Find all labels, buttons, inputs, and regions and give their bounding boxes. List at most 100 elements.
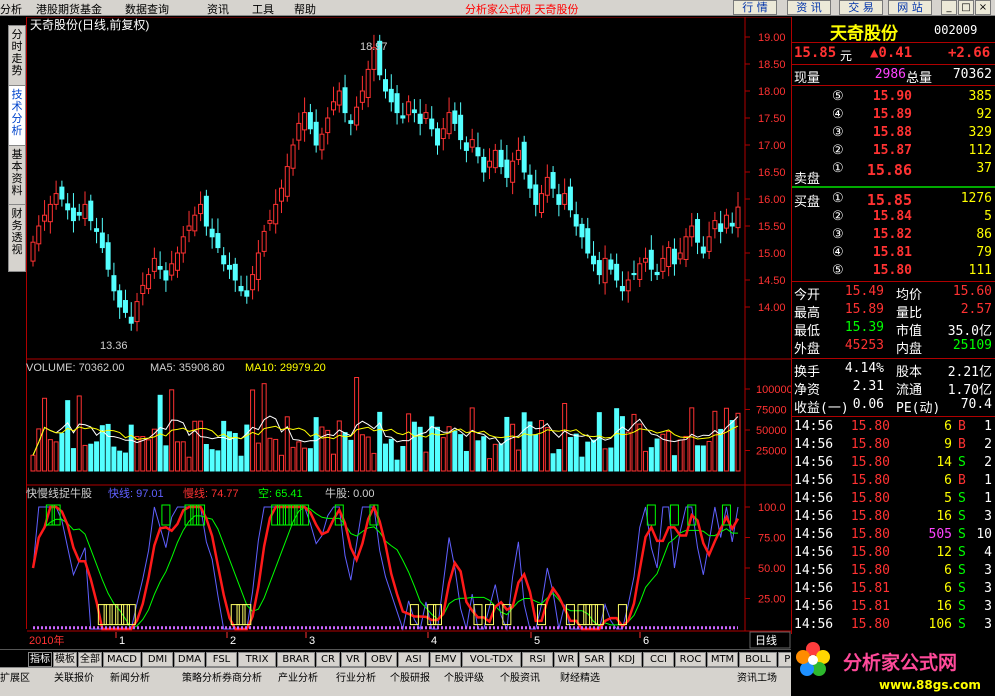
low-price-label: 13.36 [100,340,128,352]
tick-time: 14:56 [794,455,834,470]
bid-price: 15.80 [872,263,912,278]
bottom-tab-5[interactable]: 产业分析 [278,669,318,684]
bottom-tab-4[interactable]: 券商分析 [222,669,262,684]
candle-body [515,149,521,161]
tick-count: 10 [976,527,992,542]
menu-help[interactable]: 帮助 [294,1,316,17]
tick-row: 14:56 15.80 5 S 1 [792,491,995,509]
menu-news[interactable]: 资讯 [207,1,229,17]
candle-body [637,263,643,280]
candle-body [735,206,741,229]
bottom-tab-9[interactable]: 个股资讯 [500,669,540,684]
candle-body [689,225,695,238]
toolbar-btn-模板[interactable]: 模板 [53,652,77,667]
bottom-tab-2[interactable]: 新闻分析 [110,669,150,684]
volume-bar [440,437,446,472]
toolbar-btn-obv[interactable]: OBV [366,652,397,667]
toolbar-btn-rsi[interactable]: RSI [522,652,553,667]
minimize-button[interactable]: _ [941,0,957,15]
bottom-tab-3[interactable]: 策略分析 [182,669,222,684]
tick-volume: 6 [944,563,952,578]
toolbar-btn-roc[interactable]: ROC [675,652,706,667]
ask-price: 15.88 [872,125,912,140]
toolbar-btn-dmi[interactable]: DMI [142,652,173,667]
volume-bar [487,458,493,472]
bottom-tab-11[interactable]: 资讯工场 [737,669,777,684]
toolbar-btn-cr[interactable]: CR [316,652,340,667]
bottom-tab-8[interactable]: 个股评级 [444,669,484,684]
tick-volume: 6 [944,473,952,488]
menu-data-query[interactable]: 数据查询 [125,1,169,17]
volume-bar [544,427,550,472]
toolbar-btn-vol-tdx[interactable]: VOL-TDX [462,652,521,667]
toolbar-btn-macd[interactable]: MACD [103,652,141,667]
price-tick-label: 15.00 [758,248,786,260]
toolbar-btn-sar[interactable]: SAR [579,652,610,667]
toolbar-btn-cci[interactable]: CCI [643,652,674,667]
toolbar-btn-wr[interactable]: WR [554,652,578,667]
bottom-tab-0[interactable]: 扩展区 [0,669,30,684]
candle-body [203,195,209,227]
toolbar-btn-fsl[interactable]: FSL [206,652,237,667]
ask-price: 15.87 [872,143,912,158]
toolbar-btn-brar[interactable]: BRAR [277,652,315,667]
bottom-tab-6[interactable]: 行业分析 [336,669,376,684]
volume-bar [302,447,308,472]
volume-bar [250,389,256,472]
toolbar-btn-asi[interactable]: ASI [398,652,429,667]
bid-volume: 5 [984,209,992,224]
bottom-tab-7[interactable]: 个股研报 [390,669,430,684]
candle-body [250,274,256,291]
toolbar-btn-emv[interactable]: EMV [430,652,461,667]
candle-body [660,257,666,272]
volume-bar [469,407,475,472]
candle-body [325,117,331,134]
toolbar-btn-boll[interactable]: BOLL [739,652,777,667]
empty-line-label: 空: 65.41 [258,486,303,500]
stat-label: 量比 [896,306,923,321]
volume-bar [700,445,706,472]
candle-body [319,133,325,151]
candle-body [550,172,556,189]
volume-bar [330,453,336,472]
volume-bar [504,416,510,472]
news-button[interactable]: 资 讯 [787,0,831,15]
candle-body [533,184,539,205]
bottom-tab-10[interactable]: 财经精选 [560,669,600,684]
stat-value: 15.39 [844,320,884,335]
menu-analysis[interactable]: 分析 [0,1,22,17]
candle-body [544,176,550,196]
toolbar-btn-mtm[interactable]: MTM [707,652,738,667]
toolbar-btn-trix[interactable]: TRIX [238,652,276,667]
menu-hk-futures[interactable]: 港股期货基金 [36,1,102,17]
volume-bar [307,448,313,472]
ask-level: ④ [832,107,844,122]
quote-button[interactable]: 行 情 [733,0,777,15]
website-button[interactable]: 网 站 [888,0,932,15]
toolbar-btn-指标[interactable]: 指标 [28,652,52,667]
chart-area[interactable]: 天奇股份(日线,前复权) 19.0018.5018.0017.5017.0016… [0,17,791,649]
volume-bar [556,449,562,472]
volume-tick-label: 75000 [756,405,787,417]
bid-row: ④ 15.81 79 [792,245,995,263]
maximize-button[interactable]: □ [958,0,974,15]
period-button[interactable]: 日线 [755,633,777,647]
volume-bar [533,434,539,472]
ask-volume: 92 [976,107,992,122]
trade-button[interactable]: 交 易 [839,0,883,15]
candle-body [30,241,36,262]
toolbar-btn-kdj[interactable]: KDJ [611,652,642,667]
toolbar-btn-全部[interactable]: 全部 [78,652,102,667]
volume-bar [608,447,614,472]
menu-tools[interactable]: 工具 [252,1,274,17]
close-button[interactable]: × [975,0,991,15]
bid-volume: 1276 [960,191,992,206]
volume-bar [325,429,331,472]
toolbar-btn-dma[interactable]: DMA [174,652,205,667]
toolbar-btn-vr[interactable]: VR [341,652,365,667]
candle-body [567,186,573,211]
bottom-tab-1[interactable]: 关联报价 [54,669,94,684]
candle-body [215,233,221,249]
bid-row: ⑤ 15.80 111 [792,263,995,281]
tick-volume: 5 [944,491,952,506]
